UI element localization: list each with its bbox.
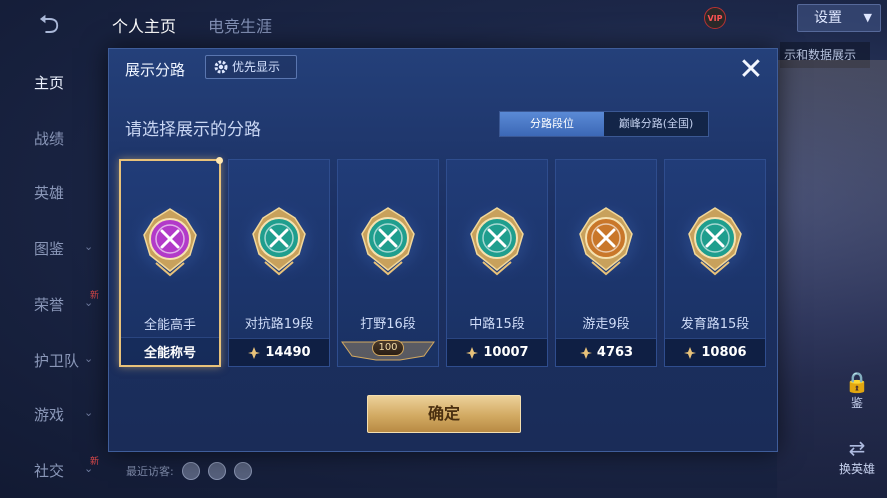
lane-name: 中路15段 xyxy=(469,317,525,332)
lane-footer: 14490 xyxy=(229,338,329,366)
switch-hero-label: 换英雄 xyxy=(838,462,875,476)
close-button[interactable]: ✕ xyxy=(735,55,767,87)
lane-card[interactable]: 发育路15段 10806 xyxy=(664,159,766,367)
avatar[interactable] xyxy=(181,462,200,480)
swap-icon: ⇄ xyxy=(848,436,866,460)
chevron-down-icon: ⌄ xyxy=(84,240,94,253)
lane-card[interactable]: 对抗路19段 14490 xyxy=(228,159,330,367)
nav-item-label: 社交 xyxy=(34,462,65,480)
nav-item-label: 游戏 xyxy=(34,406,65,424)
nav-item[interactable]: 英雄 xyxy=(0,172,100,212)
nav-item-label: 战绩 xyxy=(34,130,65,148)
priority-display-button[interactable]: 优先显示 xyxy=(205,55,297,79)
rank-badge: 100 xyxy=(372,340,404,356)
nav-item-label: 主页 xyxy=(34,74,65,92)
recent-visitors-label: 最近访客: xyxy=(126,465,174,478)
rank-points-icon xyxy=(684,346,697,359)
settings-button[interactable]: 设置 ▼ xyxy=(797,4,881,32)
nav-item[interactable]: 战绩 xyxy=(0,118,100,158)
lane-points: 10007 xyxy=(483,345,529,360)
lane-card[interactable]: 游走9段 4763 xyxy=(555,159,657,367)
chevron-down-icon: ⌄ xyxy=(84,406,94,419)
farm-lane-emblem-icon xyxy=(673,198,757,282)
new-badge: 新 xyxy=(90,291,100,301)
gear-icon xyxy=(214,60,228,74)
toggle-peak-lane[interactable]: 巅峰分路(全国) xyxy=(604,112,708,136)
top-rank-banner: 100 xyxy=(340,338,436,366)
clash-lane-emblem-icon xyxy=(237,198,321,282)
nav-item-label: 图鉴 xyxy=(34,240,65,258)
lane-mode-toggle: 分路段位 巅峰分路(全国) xyxy=(499,111,709,137)
tab-esports-career[interactable]: 电竞生涯 xyxy=(208,13,272,37)
lane-footer: 4763 xyxy=(556,338,656,366)
rank-points-icon xyxy=(248,346,261,359)
avatar[interactable] xyxy=(233,462,252,480)
selection-corner-icon xyxy=(216,157,223,164)
lane-name: 游走9段 xyxy=(582,317,630,332)
lane-points: 14490 xyxy=(265,345,311,360)
lane-points: 10806 xyxy=(701,345,747,360)
jungle-emblem-icon xyxy=(346,198,430,282)
nav-item[interactable]: 荣誉 ⌄ 新 xyxy=(0,284,100,324)
close-icon: ✕ xyxy=(738,52,764,87)
hero-backdrop xyxy=(777,60,887,498)
nav-item[interactable]: 图鉴 ⌄ xyxy=(0,228,100,268)
mid-lane-emblem-icon xyxy=(455,198,539,282)
nav-item[interactable]: 主页 xyxy=(0,62,100,102)
lane-footer: 全能称号 xyxy=(121,337,219,365)
lane-card-list: 全能高手 全能称号 对抗路19段 14490 打野16段 100 中路15段 10007 游走9… xyxy=(119,157,769,369)
rank-points-icon xyxy=(579,346,592,359)
nav-item-label: 护卫队 xyxy=(34,352,80,370)
lane-points: 4763 xyxy=(596,345,634,360)
top-tabs: 个人主页 电竞生涯 xyxy=(112,8,272,42)
tab-profile[interactable]: 个人主页 xyxy=(112,13,176,37)
lock-icon: 🔒 xyxy=(844,370,870,394)
toggle-lane-rank[interactable]: 分路段位 xyxy=(500,112,604,136)
vip-icon: VIP xyxy=(704,7,726,29)
priority-display-label: 优先显示 xyxy=(232,60,281,74)
lane-card[interactable]: 中路15段 10007 xyxy=(446,159,548,367)
recent-visitors: 最近访客: xyxy=(126,462,252,480)
lane-title-label: 全能称号 xyxy=(143,346,196,361)
lane-footer: 10007 xyxy=(447,338,547,366)
nav-item[interactable]: 社交 ⌄ 新 xyxy=(0,450,100,490)
vip-badge: VIP xyxy=(704,4,794,32)
lane-name: 全能高手 xyxy=(143,318,196,333)
nav-item-label: 英雄 xyxy=(34,184,65,202)
confirm-button[interactable]: 确定 xyxy=(367,395,521,433)
back-button[interactable]: ⮌ xyxy=(20,10,78,40)
rank-points-icon xyxy=(466,346,479,359)
chevron-down-icon: ⌄ xyxy=(84,352,94,365)
lane-display-dialog: 展示分路 优先显示 ✕ 请选择展示的分路 分路段位 巅峰分路(全国) 全能高手全… xyxy=(108,48,778,452)
avatar[interactable] xyxy=(207,462,226,480)
roam-emblem-icon xyxy=(564,198,648,282)
lane-card[interactable]: 全能高手 全能称号 xyxy=(119,157,223,367)
switch-hero-button[interactable]: ⇄ 换英雄 xyxy=(832,436,882,480)
lane-name: 打野16段 xyxy=(360,317,416,332)
new-badge: 新 xyxy=(90,457,100,467)
inspect-button[interactable]: 🔒 鉴 xyxy=(832,370,882,414)
lane-name: 发育路15段 xyxy=(680,317,750,332)
nav-item-label: 荣誉 xyxy=(34,296,65,314)
all-round-emblem-icon xyxy=(128,199,212,283)
inspect-label: 鉴 xyxy=(850,396,863,410)
settings-label: 设置 xyxy=(814,10,842,26)
dialog-title: 展示分路 xyxy=(125,61,186,79)
nav-item[interactable]: 游戏 ⌄ xyxy=(0,394,100,434)
lane-card[interactable]: 打野16段 100 xyxy=(337,159,439,367)
nav-item[interactable]: 护卫队 ⌄ xyxy=(0,340,100,380)
lane-name: 对抗路19段 xyxy=(244,317,314,332)
caret-down-icon: ▼ xyxy=(863,11,872,24)
select-lane-prompt: 请选择展示的分路 xyxy=(125,120,261,140)
lane-footer: 10806 xyxy=(665,338,765,366)
